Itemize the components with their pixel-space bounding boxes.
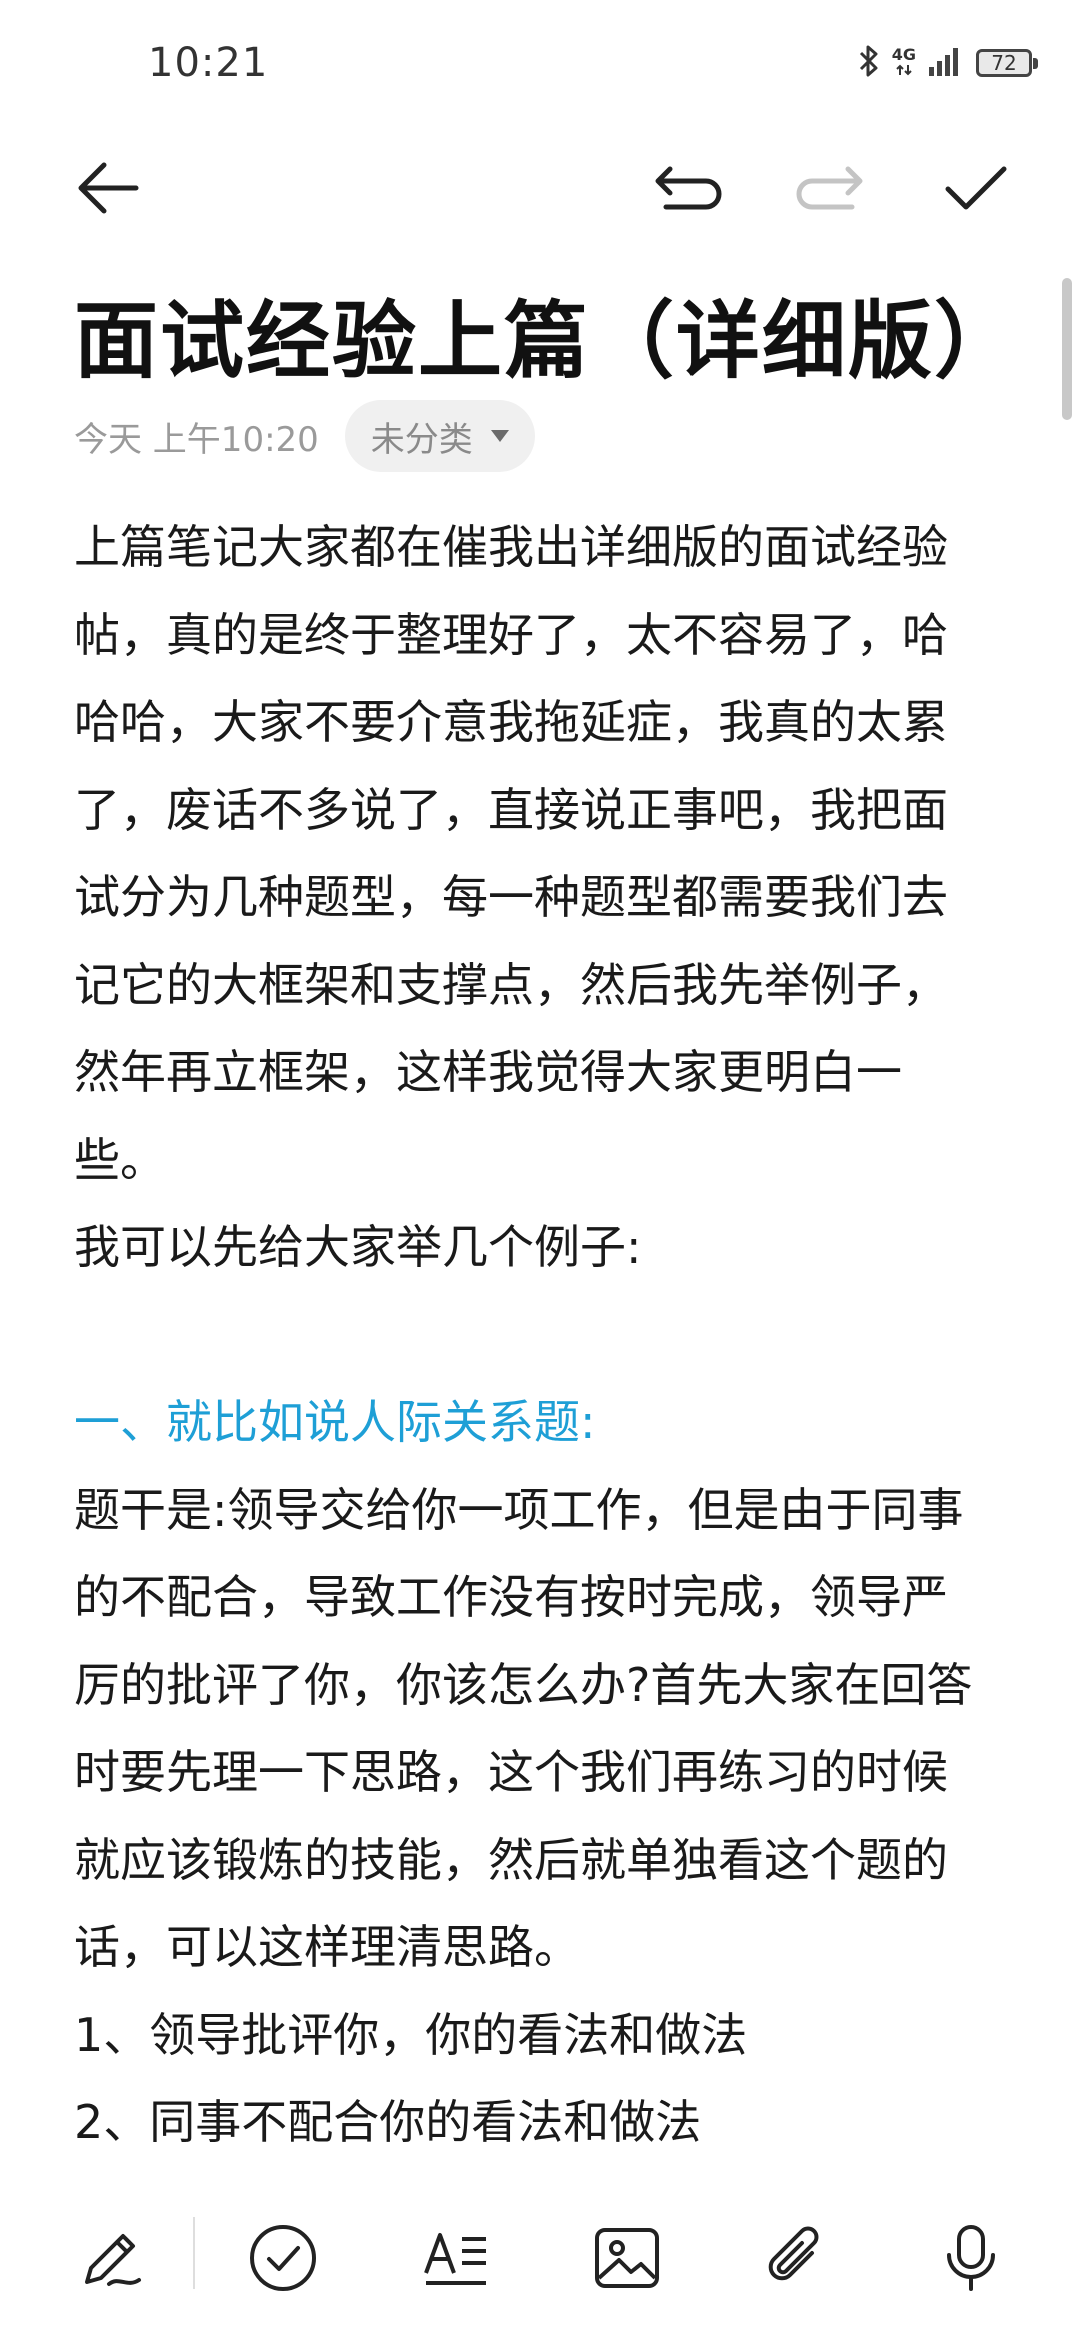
list-item: 2、同事不配合你的看法和做法 — [74, 2095, 702, 2149]
back-button[interactable] — [68, 150, 148, 230]
checklist-icon — [248, 2223, 318, 2297]
check-icon — [944, 163, 1008, 217]
attachment-icon — [764, 2223, 830, 2297]
body-line: 厉的批评了你，你该怎么办?首先大家在回答 — [74, 1657, 973, 1712]
category-dropdown[interactable]: 未分类 — [344, 400, 535, 472]
voice-input-button[interactable] — [926, 2205, 1016, 2315]
arrow-left-icon — [76, 160, 140, 220]
toolbar-divider — [193, 2217, 195, 2289]
confirm-button[interactable] — [936, 150, 1016, 230]
body-line: 我可以先给大家举几个例子: — [74, 1220, 642, 1274]
image-icon — [593, 2226, 661, 2294]
note-timestamp: 今天 上午10:20 — [74, 419, 319, 460]
note-body[interactable]: 上篇笔记大家都在催我出详细版的面试经验 帖，真的是终于整理好了，太不容易了，哈 … — [74, 504, 1034, 2167]
body-line: 了，废话不多说了，直接说正事吧，我把面 — [74, 782, 948, 837]
list-item: 1、领导批评你，你的看法和做法 — [74, 2007, 748, 2062]
pen-icon — [79, 2226, 143, 2294]
category-label: 未分类 — [370, 419, 473, 460]
body-line: 然年再立框架，这样我觉得大家更明白一 — [74, 1045, 902, 1099]
section-heading: 一、就比如说人际关系题: — [74, 1395, 596, 1449]
note-meta: 今天 上午10:20 未分类 — [74, 400, 535, 472]
handwriting-button[interactable] — [66, 2205, 156, 2315]
microphone-icon — [943, 2223, 999, 2297]
editor-toolbar — [0, 150, 1080, 240]
signal-strength-icon — [928, 45, 964, 81]
insert-image-button[interactable] — [582, 2205, 672, 2315]
status-bar: 10:21 4G 72 — [0, 0, 1080, 130]
body-line: 帖，真的是终于整理好了，太不容易了，哈 — [74, 607, 948, 662]
attachment-button[interactable] — [752, 2205, 842, 2315]
body-line: 话，可以这样理清思路。 — [74, 1920, 580, 1974]
scrollbar[interactable] — [1062, 278, 1072, 420]
battery-icon: 72 — [976, 49, 1038, 77]
body-line: 时要先理一下思路，这个我们再练习的时候 — [74, 1745, 948, 1799]
body-line: 的不配合，导致工作没有按时完成，领导严 — [74, 1570, 948, 1624]
body-line: 题干是:领导交给你一项工作，但是由于同事 — [74, 1482, 964, 1537]
status-time: 10:21 — [148, 40, 269, 86]
bottom-toolbar — [0, 2205, 1080, 2315]
undo-button[interactable] — [648, 150, 728, 230]
note-title[interactable]: 面试经验上篇（详细版） — [74, 274, 1020, 395]
body-line: 哈哈，大家不要介意我拖延症，我真的太累 — [74, 695, 948, 749]
text-format-button[interactable] — [412, 2205, 502, 2315]
body-line: 试分为几种题型，每一种题型都需要我们去 — [74, 870, 948, 924]
data-arrows-icon — [896, 63, 912, 79]
text-format-icon — [422, 2227, 492, 2293]
network-type-label: 4G — [892, 47, 916, 79]
redo-icon — [796, 163, 864, 217]
body-line: 记它的大框架和支撑点，然后我先举例子， — [74, 957, 948, 1012]
body-line: 就应该锻炼的技能，然后就单独看这个题的 — [74, 1832, 948, 1887]
redo-button[interactable] — [790, 150, 870, 230]
caret-down-icon — [490, 430, 509, 442]
checklist-button[interactable] — [238, 2205, 328, 2315]
body-line: 些。 — [74, 1132, 166, 1187]
undo-icon — [654, 163, 722, 217]
body-line: 上篇笔记大家都在催我出详细版的面试经验 — [74, 520, 948, 574]
status-icons: 4G 72 — [858, 44, 1038, 82]
bluetooth-icon — [858, 44, 880, 82]
